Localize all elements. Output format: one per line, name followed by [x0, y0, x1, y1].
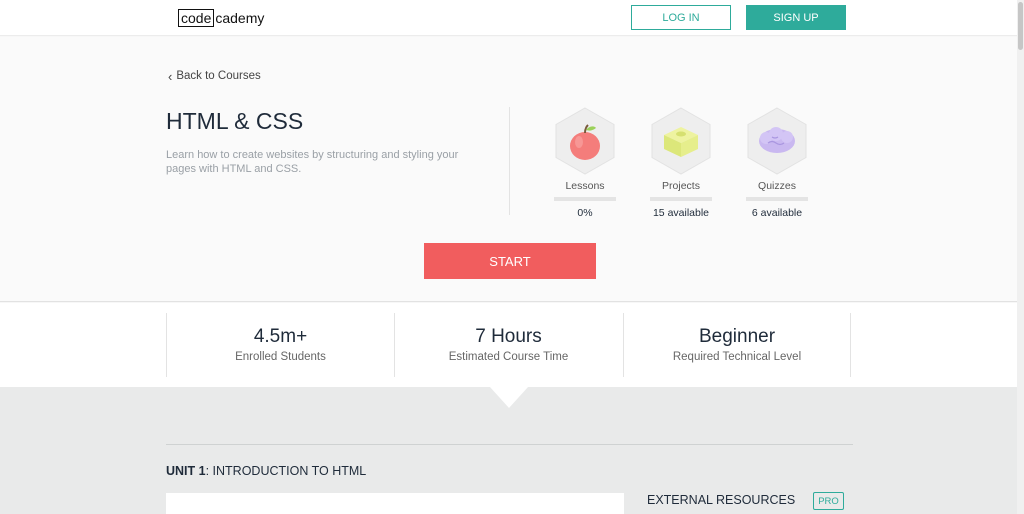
metric-label: Required Technical Level	[672, 351, 802, 363]
pro-badge: PRO	[813, 492, 844, 510]
brain-icon	[746, 107, 808, 175]
course-metrics: 4.5m+ Enrolled Students 7 Hours Estimate…	[0, 303, 1017, 387]
progress-bar	[746, 197, 808, 201]
stat-label: Quizzes	[758, 180, 796, 192]
stat-projects: Projects 15 available	[649, 107, 713, 219]
logo-rest-text: cademy	[215, 10, 265, 26]
unit-card[interactable]	[166, 493, 624, 514]
page-scrollbar[interactable]	[1017, 0, 1024, 514]
hero-divider	[509, 107, 510, 215]
metric-level: Beginner Required Technical Level	[623, 313, 851, 377]
progress-bar	[650, 197, 712, 201]
signup-button[interactable]: SIGN UP	[746, 5, 846, 30]
unit-name: : INTRODUCTION TO HTML	[205, 464, 367, 478]
stat-quizzes: Quizzes 6 available	[745, 107, 809, 219]
metric-enrolled: 4.5m+ Enrolled Students	[166, 313, 394, 377]
metric-value: 4.5m+	[253, 326, 308, 347]
syllabus-divider	[166, 444, 853, 445]
stat-value: 15 available	[652, 207, 710, 219]
course-title: HTML & CSS	[166, 108, 304, 134]
metric-value: 7 Hours	[475, 326, 542, 347]
stat-lessons: Lessons 0%	[553, 107, 617, 219]
back-to-courses-link[interactable]: ‹ Back to Courses	[168, 68, 261, 84]
chevron-left-icon: ‹	[168, 68, 173, 84]
scrollbar-thumb[interactable]	[1018, 2, 1023, 50]
back-link-label: Back to Courses	[176, 70, 261, 82]
login-button[interactable]: LOG IN	[631, 5, 731, 30]
metric-value: Beginner	[698, 326, 776, 347]
top-nav: code cademy LOG IN SIGN UP	[0, 0, 1024, 36]
metric-course-time: 7 Hours Estimated Course Time	[394, 313, 622, 377]
stat-label: Lessons	[565, 180, 605, 192]
external-resources-heading: EXTERNAL RESOURCES	[647, 493, 796, 507]
block-icon	[650, 107, 712, 175]
metric-label: Estimated Course Time	[448, 351, 569, 363]
codecademy-logo[interactable]: code cademy	[178, 9, 264, 27]
progress-bar	[554, 197, 616, 201]
unit-number: UNIT 1	[166, 464, 206, 478]
apple-icon	[554, 107, 616, 175]
stat-label: Projects	[662, 180, 700, 192]
logo-boxed-text: code	[178, 9, 215, 27]
section-notch	[490, 387, 528, 408]
unit-heading: UNIT 1: INTRODUCTION TO HTML	[166, 464, 366, 478]
metric-label: Enrolled Students	[235, 351, 326, 363]
stat-value: 6 available	[751, 207, 803, 219]
stat-value: 0%	[577, 207, 593, 219]
start-button[interactable]: START	[424, 243, 596, 279]
course-description: Learn how to create websites by structur…	[166, 149, 459, 175]
